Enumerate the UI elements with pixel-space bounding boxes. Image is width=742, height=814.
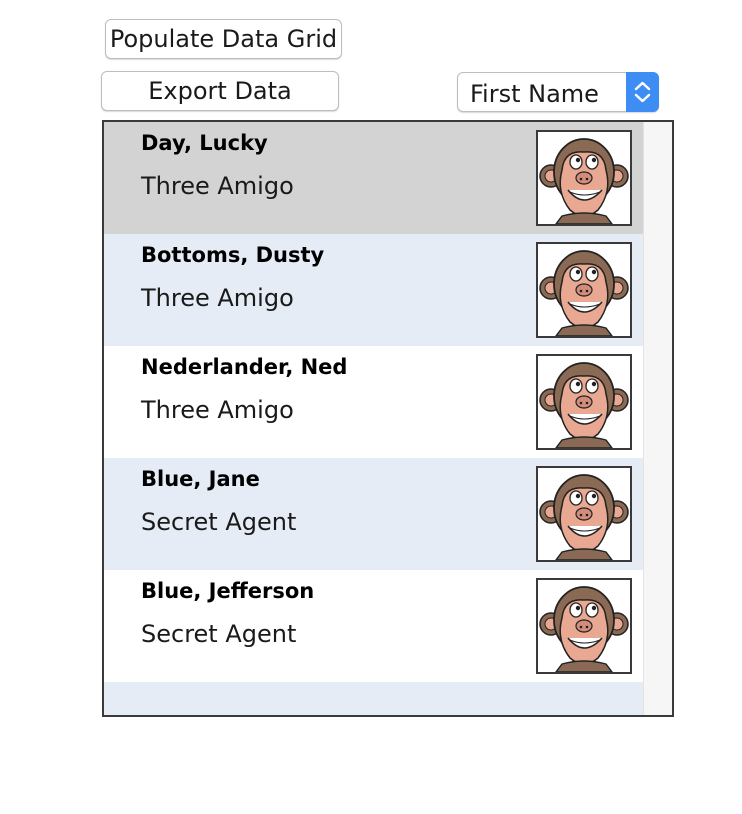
data-grid[interactable]: Day, Lucky Three Amigo Bottoms, Dusty Thre… <box>102 120 674 717</box>
monkey-face-icon <box>536 578 632 674</box>
row-name: Bottoms, Dusty <box>141 243 325 267</box>
row-role: Three Amigo <box>141 396 294 424</box>
row-role: Three Amigo <box>141 284 294 312</box>
row-name: Blue, Jefferson <box>141 579 315 603</box>
grid-row[interactable]: Blue, Jefferson Secret Agent <box>104 570 644 682</box>
sort-field-select[interactable]: First Name <box>457 72 659 112</box>
vertical-scrollbar[interactable] <box>643 122 672 715</box>
row-name: Nederlander, Ned <box>141 355 348 379</box>
monkey-face-icon <box>536 354 632 450</box>
sort-field-selected-value: First Name <box>470 80 599 108</box>
row-role: Secret Agent <box>141 508 297 536</box>
row-name: Blue, Jane <box>141 467 260 491</box>
grid-row[interactable]: Day, Lucky Three Amigo <box>104 122 644 234</box>
monkey-face-icon <box>536 130 632 226</box>
monkey-face-icon <box>536 242 632 338</box>
grid-row[interactable]: Blue, Jane Secret Agent <box>104 458 644 570</box>
data-grid-rows: Day, Lucky Three Amigo Bottoms, Dusty Thre… <box>104 122 644 715</box>
row-role: Three Amigo <box>141 172 294 200</box>
populate-data-grid-button[interactable]: Populate Data Grid <box>105 19 342 59</box>
data-grid-empty-row <box>104 682 644 715</box>
monkey-face-icon <box>536 466 632 562</box>
grid-row[interactable]: Bottoms, Dusty Three Amigo <box>104 234 644 346</box>
row-name: Day, Lucky <box>141 131 268 155</box>
grid-row[interactable]: Nederlander, Ned Three Amigo <box>104 346 644 458</box>
select-stepper-icon <box>626 72 659 112</box>
row-role: Secret Agent <box>141 620 297 648</box>
export-data-button[interactable]: Export Data <box>101 71 339 111</box>
